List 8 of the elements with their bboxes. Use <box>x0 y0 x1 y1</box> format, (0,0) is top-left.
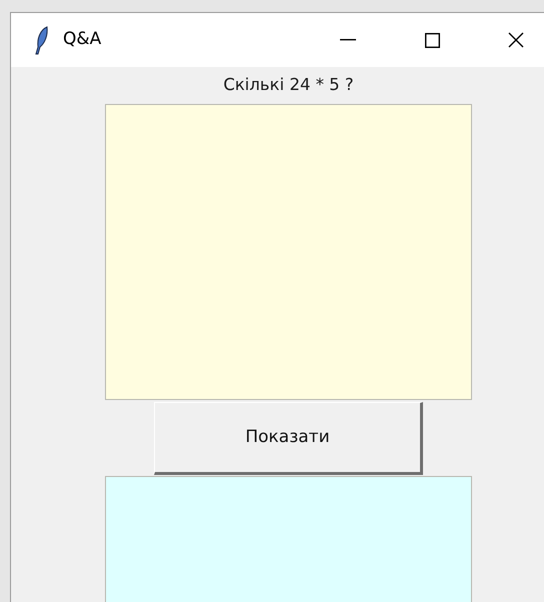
question-label: Скількі 24 * 5 ? <box>223 74 354 96</box>
minimize-icon <box>340 39 356 41</box>
close-icon <box>508 32 524 48</box>
feather-icon <box>35 25 49 55</box>
maximize-icon <box>424 32 440 48</box>
show-button[interactable]: Показати <box>154 402 423 475</box>
question-text-area[interactable] <box>105 104 472 400</box>
window-title: Q&A <box>63 28 102 52</box>
